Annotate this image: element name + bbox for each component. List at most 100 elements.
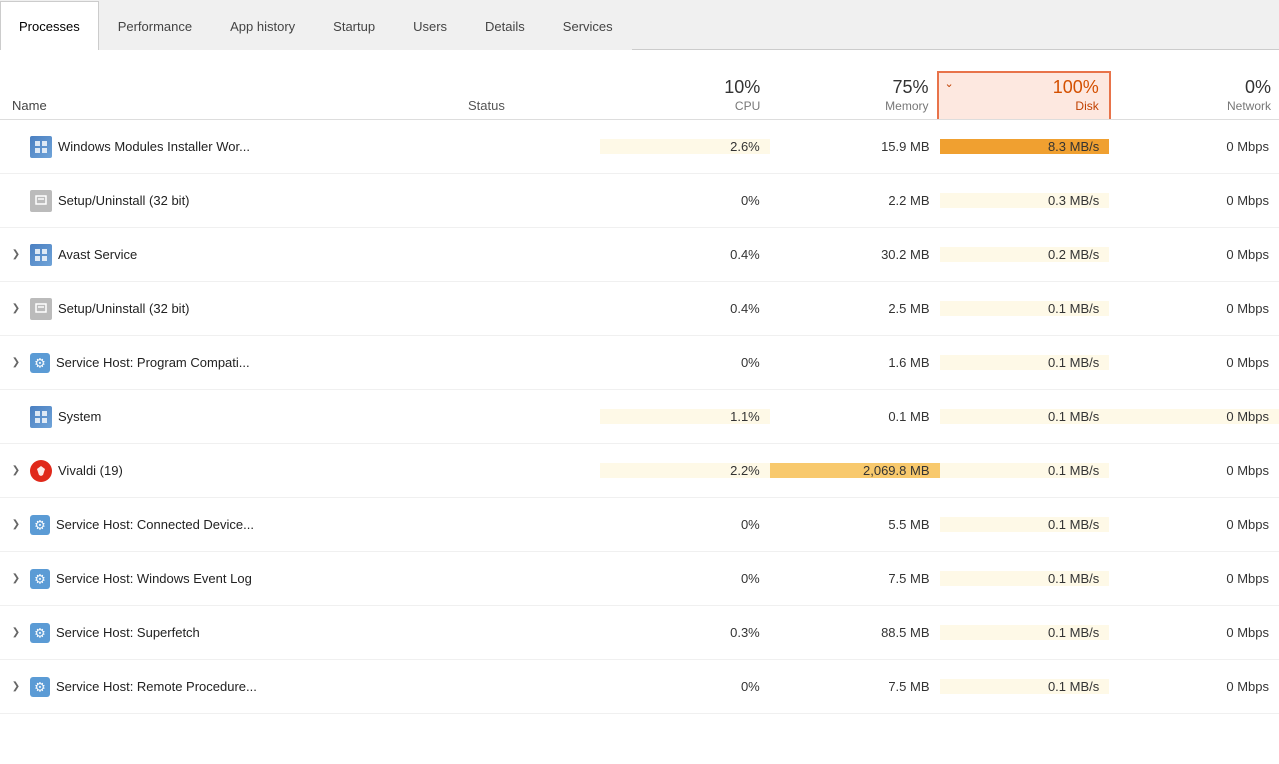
row-name-col: ❯ Service Host: Superfetch xyxy=(0,623,460,643)
table-row[interactable]: ❯ Setup/Uninstall (32 bit) 0.4% 2.5 MB 0… xyxy=(0,282,1279,336)
col-header-cpu[interactable]: 10% CPU xyxy=(600,73,768,119)
table-row[interactable]: ❯ Avast Service 0.4% 30.2 MB 0.2 MB/s 0 … xyxy=(0,228,1279,282)
table-row[interactable]: Setup/Uninstall (32 bit) 0% 2.2 MB 0.3 M… xyxy=(0,174,1279,228)
row-name-col: Windows Modules Installer Wor... xyxy=(0,136,460,158)
row-network-value: 0 Mbps xyxy=(1109,247,1279,262)
tab-label: Details xyxy=(485,19,525,34)
process-icon xyxy=(30,406,52,428)
tab-label: Users xyxy=(413,19,447,34)
row-cpu-value: 0% xyxy=(600,571,770,586)
column-header-row: Name Status 10% CPU 75% Memory ⌄ 100% Di… xyxy=(0,50,1279,120)
process-name: Setup/Uninstall (32 bit) xyxy=(58,193,190,208)
row-network-value: 0 Mbps xyxy=(1109,355,1279,370)
process-name: Avast Service xyxy=(58,247,137,262)
table-row[interactable]: ❯ Vivaldi (19) 2.2% 2,069.8 MB 0.1 MB/s … xyxy=(0,444,1279,498)
table-row[interactable]: ❯ Service Host: Superfetch 0.3% 88.5 MB … xyxy=(0,606,1279,660)
row-cpu-value: 1.1% xyxy=(600,409,770,424)
expand-arrow-icon[interactable]: ❯ xyxy=(8,681,24,692)
row-disk-value: 0.1 MB/s xyxy=(940,463,1110,478)
cpu-label: CPU xyxy=(735,99,760,113)
table-row[interactable]: System 1.1% 0.1 MB 0.1 MB/s 0 Mbps xyxy=(0,390,1279,444)
row-memory-value: 88.5 MB xyxy=(770,625,940,640)
table-row[interactable]: ❯ Service Host: Windows Event Log 0% 7.5… xyxy=(0,552,1279,606)
network-label: Network xyxy=(1227,99,1271,113)
expand-arrow-icon[interactable]: ❯ xyxy=(8,303,24,314)
row-network-value: 0 Mbps xyxy=(1109,193,1279,208)
process-name: Service Host: Windows Event Log xyxy=(56,571,252,586)
tab-label: Services xyxy=(563,19,613,34)
row-cpu-value: 0.4% xyxy=(600,301,770,316)
col-header-network[interactable]: 0% Network xyxy=(1111,73,1279,119)
row-memory-value: 2.2 MB xyxy=(770,193,940,208)
col-header-status[interactable]: Status xyxy=(460,94,600,119)
row-memory-value: 15.9 MB xyxy=(770,139,940,154)
tab-bar: Processes Performance App history Startu… xyxy=(0,0,1279,50)
row-disk-value: 0.1 MB/s xyxy=(940,679,1110,694)
table-row[interactable]: ❯ Service Host: Remote Procedure... 0% 7… xyxy=(0,660,1279,714)
row-disk-value: 0.2 MB/s xyxy=(940,247,1110,262)
tab-details[interactable]: Details xyxy=(466,1,544,50)
tab-label: App history xyxy=(230,19,295,34)
process-icon xyxy=(30,569,50,589)
row-name-col: ❯ Service Host: Windows Event Log xyxy=(0,569,460,589)
row-memory-value: 7.5 MB xyxy=(770,571,940,586)
main-content: Name Status 10% CPU 75% Memory ⌄ 100% Di… xyxy=(0,50,1279,764)
memory-label: Memory xyxy=(885,99,928,113)
name-label: Name xyxy=(12,98,452,113)
process-icon xyxy=(30,244,52,266)
table-row[interactable]: Windows Modules Installer Wor... 2.6% 15… xyxy=(0,120,1279,174)
process-list[interactable]: Windows Modules Installer Wor... 2.6% 15… xyxy=(0,120,1279,764)
row-name-col: ❯ Service Host: Program Compati... xyxy=(0,353,460,373)
process-name: System xyxy=(58,409,101,424)
row-cpu-value: 0.3% xyxy=(600,625,770,640)
row-memory-value: 7.5 MB xyxy=(770,679,940,694)
expand-arrow-icon[interactable]: ❯ xyxy=(8,465,24,476)
expand-arrow-icon[interactable]: ❯ xyxy=(8,357,24,368)
row-cpu-value: 2.2% xyxy=(600,463,770,478)
row-name-col: System xyxy=(0,406,460,428)
process-icon xyxy=(30,353,50,373)
tab-startup[interactable]: Startup xyxy=(314,1,394,50)
process-icon xyxy=(30,190,52,212)
row-network-value: 0 Mbps xyxy=(1109,463,1279,478)
expand-arrow-icon[interactable]: ❯ xyxy=(8,627,24,638)
row-cpu-value: 0% xyxy=(600,193,770,208)
row-network-value: 0 Mbps xyxy=(1109,301,1279,316)
table-row[interactable]: ❯ Service Host: Connected Device... 0% 5… xyxy=(0,498,1279,552)
expand-arrow-icon[interactable]: ❯ xyxy=(8,573,24,584)
tab-performance[interactable]: Performance xyxy=(99,1,211,50)
row-name-col: ❯ Avast Service xyxy=(0,244,460,266)
row-name-col: Setup/Uninstall (32 bit) xyxy=(0,190,460,212)
tab-users[interactable]: Users xyxy=(394,1,466,50)
row-memory-value: 30.2 MB xyxy=(770,247,940,262)
table-row[interactable]: ❯ Service Host: Program Compati... 0% 1.… xyxy=(0,336,1279,390)
row-name-col: ❯ Service Host: Connected Device... xyxy=(0,515,460,535)
row-memory-value: 2,069.8 MB xyxy=(770,463,940,478)
memory-pct: 75% xyxy=(892,77,928,99)
row-memory-value: 0.1 MB xyxy=(770,409,940,424)
disk-label: Disk xyxy=(1075,99,1098,113)
row-memory-value: 5.5 MB xyxy=(770,517,940,532)
expand-arrow-icon[interactable]: ❯ xyxy=(8,249,24,260)
row-memory-value: 2.5 MB xyxy=(770,301,940,316)
status-label: Status xyxy=(468,98,592,113)
expand-arrow-icon[interactable]: ❯ xyxy=(8,519,24,530)
row-cpu-value: 0.4% xyxy=(600,247,770,262)
tab-services[interactable]: Services xyxy=(544,1,632,50)
tab-app-history[interactable]: App history xyxy=(211,1,314,50)
col-header-memory[interactable]: 75% Memory xyxy=(768,73,936,119)
disk-pct: 100% xyxy=(1053,77,1099,99)
row-cpu-value: 2.6% xyxy=(600,139,770,154)
process-name: Service Host: Remote Procedure... xyxy=(56,679,257,694)
process-name: Service Host: Program Compati... xyxy=(56,355,250,370)
col-header-disk[interactable]: ⌄ 100% Disk xyxy=(937,71,1111,119)
row-disk-value: 0.1 MB/s xyxy=(940,301,1110,316)
tab-processes[interactable]: Processes xyxy=(0,1,99,50)
row-network-value: 0 Mbps xyxy=(1109,409,1279,424)
row-disk-value: 0.1 MB/s xyxy=(940,355,1110,370)
process-name: Windows Modules Installer Wor... xyxy=(58,139,250,154)
col-header-name[interactable]: Name xyxy=(0,94,460,119)
tab-label: Startup xyxy=(333,19,375,34)
row-network-value: 0 Mbps xyxy=(1109,139,1279,154)
row-disk-value: 8.3 MB/s xyxy=(940,139,1110,154)
